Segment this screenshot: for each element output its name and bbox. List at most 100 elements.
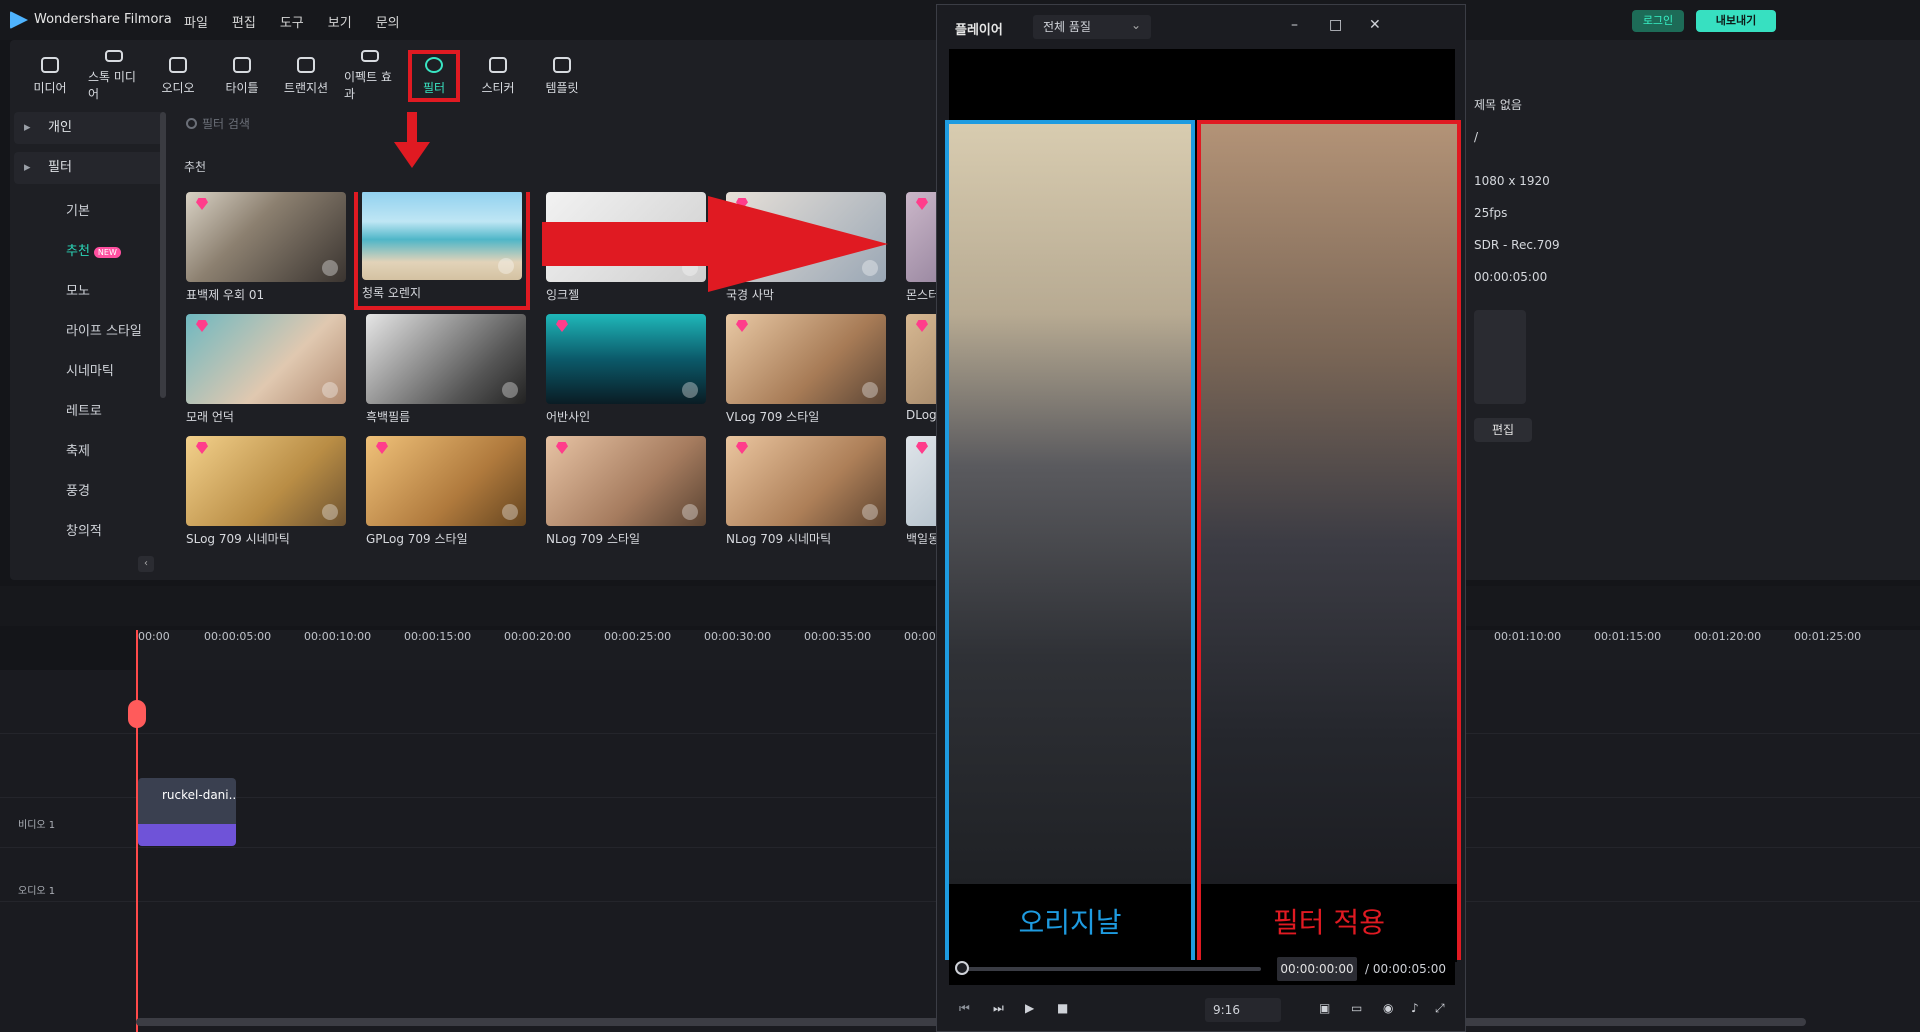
ruler-tick: 00:00:25:00 xyxy=(604,630,672,643)
tool-audio[interactable]: 오디오 xyxy=(152,50,204,102)
tool-label: 이펙트 효과 xyxy=(344,70,392,101)
tool-effects[interactable]: 이펙트 효과 xyxy=(344,50,396,102)
filter-card[interactable]: SLog 709 시네마틱 xyxy=(186,436,346,546)
project-thumbnail xyxy=(1474,310,1526,404)
tool-media[interactable]: 미디어 xyxy=(24,50,76,102)
filter-card[interactable]: 표백제 우회 01 xyxy=(186,192,346,302)
ruler-tick: 00:00:05:00 xyxy=(204,630,272,643)
quality-dropdown[interactable]: 전체 품질 xyxy=(1033,13,1151,39)
export-button[interactable]: 내보내기 xyxy=(1696,10,1776,32)
sidebar-item-basic[interactable]: 기본 xyxy=(14,192,164,232)
sidebar-item-festival[interactable]: 축제 xyxy=(14,432,164,472)
download-icon[interactable] xyxy=(682,382,698,398)
properties-panel xyxy=(1466,40,1920,580)
original-image xyxy=(949,124,1191,884)
filter-card[interactable]: 모래 언덕 xyxy=(186,314,346,424)
filter-card[interactable]: 흑백필름 xyxy=(366,314,526,424)
fullscreen-icon[interactable]: ⤢ xyxy=(1435,1001,1445,1016)
filter-card[interactable]: GPLog 709 스타일 xyxy=(366,436,526,546)
filter-card[interactable]: 어반사인 xyxy=(546,314,706,424)
tool-label: 오디오 xyxy=(161,80,195,95)
sidebar-item-cinematic[interactable]: 시네마틱 xyxy=(14,352,164,392)
sidebar-item-mono[interactable]: 모노 xyxy=(14,272,164,312)
menu-edit[interactable]: 편집 xyxy=(232,12,256,31)
add-icon[interactable] xyxy=(498,258,514,274)
premium-gem-icon xyxy=(916,198,928,210)
total-time: / 00:00:05:00 xyxy=(1365,962,1447,976)
download-icon[interactable] xyxy=(682,504,698,520)
video-track-label: 비디오 1 xyxy=(18,820,56,831)
transition-icon xyxy=(297,56,315,73)
sidebar-item-landscape[interactable]: 풍경 xyxy=(14,472,164,512)
download-icon[interactable] xyxy=(502,504,518,520)
sidebar-item-recommended[interactable]: 추천 NEW xyxy=(14,232,164,272)
audio-track-label: 오디오 1 xyxy=(18,886,56,897)
menu-help[interactable]: 문의 xyxy=(376,12,400,31)
current-time: 00:00:00:00 xyxy=(1277,957,1357,981)
premium-gem-icon xyxy=(736,442,748,454)
menu-file[interactable]: 파일 xyxy=(184,12,208,31)
download-icon[interactable] xyxy=(322,260,338,276)
download-icon[interactable] xyxy=(322,504,338,520)
tool-filters[interactable]: 필터 xyxy=(408,50,460,102)
project-path: / xyxy=(1474,130,1479,144)
render-preview-icon[interactable]: ▣ xyxy=(1319,1001,1330,1015)
template-icon xyxy=(553,56,571,73)
display-icon[interactable]: ▭ xyxy=(1351,1001,1362,1015)
tool-label: 스톡 미디어 xyxy=(88,70,136,101)
tool-stock-media[interactable]: 스톡 미디어 xyxy=(88,50,140,102)
tool-transitions[interactable]: 트랜지션 xyxy=(280,50,332,102)
tool-stickers[interactable]: 스티커 xyxy=(472,50,524,102)
sidebar-item-creative[interactable]: 창의적 xyxy=(14,512,164,552)
premium-gem-icon xyxy=(736,320,748,332)
seek-handle[interactable] xyxy=(955,961,969,975)
filter-card[interactable]: NLog 709 스타일 xyxy=(546,436,706,546)
aspect-ratio-dropdown[interactable]: 9:16 xyxy=(1205,998,1281,1022)
menu-tools[interactable]: 도구 xyxy=(280,12,304,31)
download-icon[interactable] xyxy=(502,382,518,398)
video-clip[interactable]: ruckel-dani... xyxy=(138,778,236,846)
filter-card-teal-orange[interactable]: 청록 오렌지 xyxy=(354,192,530,310)
play-icon[interactable]: ▶ xyxy=(1025,1001,1034,1015)
ruler-tick: 00:01:25:00 xyxy=(1794,630,1862,643)
volume-icon[interactable]: ♪ xyxy=(1411,1001,1419,1015)
add-icon[interactable] xyxy=(862,504,878,520)
ruler-tick: 00:00:15:00 xyxy=(404,630,472,643)
sidebar-scrollbar[interactable] xyxy=(160,112,166,398)
close-icon[interactable]: ✕ xyxy=(1369,17,1381,33)
add-icon[interactable] xyxy=(862,382,878,398)
premium-gem-icon xyxy=(376,442,388,454)
maximize-icon[interactable]: □ xyxy=(1329,17,1342,33)
snapshot-icon[interactable]: ◉ xyxy=(1383,1001,1393,1015)
login-button[interactable]: 로그인 xyxy=(1632,10,1684,32)
filter-name: 모래 언덕 xyxy=(186,410,234,424)
edit-button[interactable]: 편집 xyxy=(1474,418,1532,442)
seek-bar[interactable] xyxy=(961,967,1261,971)
filter-search-input[interactable]: 필터 검색 xyxy=(170,112,930,136)
sidebar-group-personal[interactable]: 개인 xyxy=(14,112,164,144)
previous-frame-icon[interactable]: ⏮ xyxy=(959,1001,970,1016)
stock-media-icon xyxy=(105,50,123,62)
filter-name: 흑백필름 xyxy=(366,410,411,424)
sidebar-item-retro[interactable]: 레트로 xyxy=(14,392,164,432)
add-icon[interactable] xyxy=(322,382,338,398)
playhead-handle[interactable] xyxy=(128,700,146,728)
playhead[interactable] xyxy=(136,630,138,1032)
premium-gem-icon xyxy=(556,320,568,332)
clip-title: ruckel-dani... xyxy=(162,788,236,802)
sidebar-group-filters[interactable]: 필터 xyxy=(14,152,164,184)
filter-card[interactable]: VLog 709 스타일 xyxy=(726,314,886,424)
step-forward-icon[interactable]: ⏭ xyxy=(993,1001,1004,1016)
tool-templates[interactable]: 템플릿 xyxy=(536,50,588,102)
collapse-sidebar-button[interactable]: ‹ xyxy=(138,556,154,572)
clip-bar xyxy=(138,824,236,846)
menu-view[interactable]: 보기 xyxy=(328,12,352,31)
sidebar-item-lifestyle[interactable]: 라이프 스타일 xyxy=(14,312,164,352)
tool-label: 템플릿 xyxy=(545,80,579,95)
ruler-tick: 00:01:20:00 xyxy=(1694,630,1762,643)
filtered-caption: 필터 적용 xyxy=(1201,884,1457,962)
filter-card[interactable]: NLog 709 시네마틱 xyxy=(726,436,886,546)
minimize-icon[interactable]: – xyxy=(1291,17,1298,33)
stop-icon[interactable]: ■ xyxy=(1057,1001,1068,1015)
tool-titles[interactable]: 타이틀 xyxy=(216,50,268,102)
